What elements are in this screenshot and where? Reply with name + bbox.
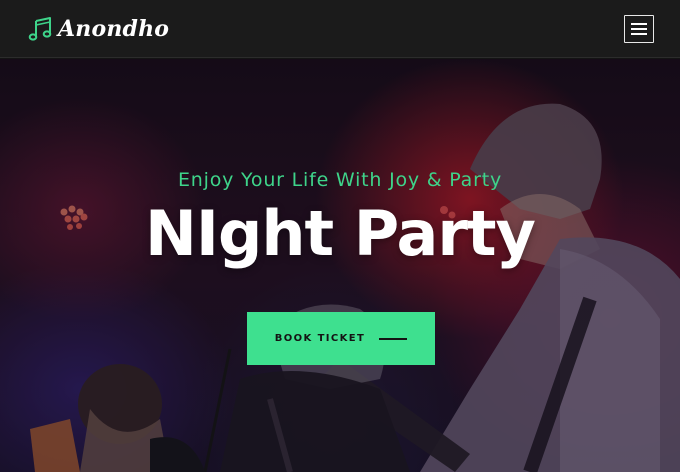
menu-toggle-button[interactable] [624, 14, 654, 43]
hero-section: Enjoy Your Life With Joy & Party NIght P… [0, 59, 680, 472]
music-note-icon [28, 16, 52, 41]
hamburger-menu-icon [631, 22, 647, 35]
book-ticket-label: BOOK TICKET [274, 333, 366, 344]
book-ticket-button[interactable]: BOOK TICKET [247, 312, 435, 365]
site-header: Anondho [0, 0, 680, 58]
line-arrow-icon [379, 337, 408, 340]
hero-subtitle: Enjoy Your Life With Joy & Party [177, 169, 502, 191]
hero-title: NIght Party [145, 197, 536, 270]
brand-name: Anondho [58, 15, 170, 42]
brand-logo[interactable]: Anondho [28, 16, 169, 42]
